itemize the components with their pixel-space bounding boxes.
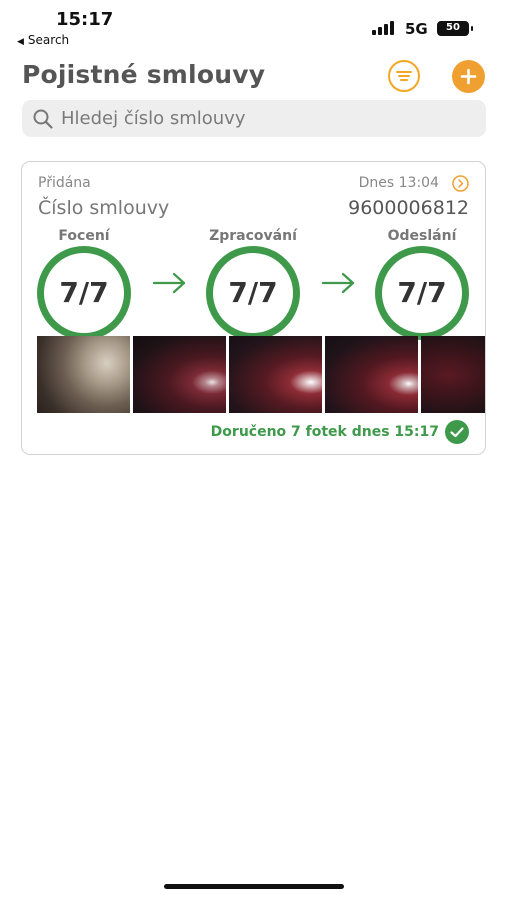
contract-date: Dnes 13:04 — [358, 175, 439, 191]
photo-thumbnail[interactable] — [325, 336, 418, 413]
contract-status: Přidána — [38, 175, 91, 191]
add-button[interactable] — [452, 60, 485, 93]
photo-thumbnail[interactable] — [421, 336, 485, 413]
stage-label-zpracovani: Zpracování — [209, 228, 297, 244]
delivery-status: Doručeno 7 fotek dnes 15:17 — [210, 424, 439, 440]
stage-value: 7/7 — [59, 276, 109, 309]
photo-strip[interactable] — [37, 336, 485, 413]
filter-button[interactable] — [388, 60, 420, 92]
back-label: Search — [27, 33, 70, 47]
stage-value: 7/7 — [397, 276, 447, 309]
status-bar: 15:17 ◀ Search 5G 50 — [0, 0, 507, 50]
photo-thumbnail[interactable] — [37, 336, 130, 413]
stage-label-odeslani: Odeslání — [387, 228, 457, 244]
search-placeholder: Hledej číslo smlouvy — [61, 108, 246, 129]
status-time: 15:17 — [56, 9, 114, 30]
stage-progress-odeslani: 7/7 — [375, 246, 469, 340]
home-indicator[interactable] — [164, 884, 344, 889]
search-input[interactable]: Hledej číslo smlouvy — [22, 100, 486, 137]
arrow-right-icon — [152, 272, 186, 294]
arrow-right-icon — [321, 272, 355, 294]
back-triangle-icon: ◀ — [17, 37, 24, 47]
signal-icon — [372, 21, 394, 35]
contract-card[interactable]: Přidána Dnes 13:04 Číslo smlouvy 9600006… — [21, 161, 486, 455]
chevron-right-circle-icon[interactable] — [452, 175, 469, 192]
network-type: 5G — [405, 20, 428, 38]
photo-thumbnail[interactable] — [229, 336, 322, 413]
photo-thumbnail[interactable] — [133, 336, 226, 413]
contract-number-label: Číslo smlouvy — [38, 197, 170, 219]
back-to-search-link[interactable]: ◀ Search — [17, 33, 69, 47]
check-circle-icon — [445, 420, 469, 444]
stage-label-foceni: Focení — [58, 228, 110, 244]
plus-icon — [460, 68, 477, 85]
page-title: Pojistné smlouvy — [22, 60, 266, 89]
search-icon — [33, 109, 53, 129]
battery-icon: 50 — [437, 21, 473, 36]
contract-number: 9600006812 — [348, 197, 469, 219]
stage-progress-zpracovani: 7/7 — [206, 246, 300, 340]
stage-progress-foceni: 7/7 — [37, 246, 131, 340]
filter-lines-icon — [396, 71, 412, 81]
stage-value: 7/7 — [228, 276, 278, 309]
